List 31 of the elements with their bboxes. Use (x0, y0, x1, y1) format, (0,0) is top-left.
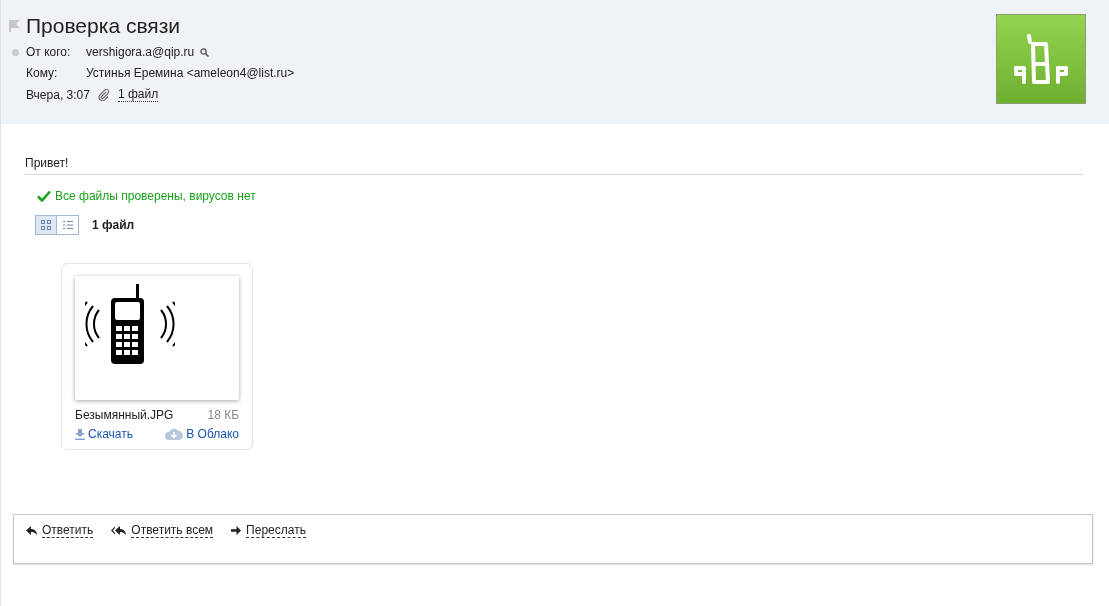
file-name: Безымянный.JPG (75, 408, 174, 422)
scan-status: Все файлы проверены, вирусов нет (55, 189, 256, 203)
download-link[interactable]: Скачать (75, 427, 133, 441)
image-thumbnail[interactable] (75, 276, 239, 400)
status-dot (12, 48, 19, 56)
reply-all-arrow-icon (111, 526, 127, 535)
save-to-cloud-link[interactable]: В Облако (165, 427, 239, 441)
attachments-link[interactable]: 1 файл (117, 87, 159, 102)
message-subject: Проверка связи (26, 14, 181, 38)
reply-arrow-icon (26, 526, 37, 535)
paperclip-icon (97, 88, 110, 101)
grid-icon (41, 220, 51, 230)
list-view-button[interactable] (57, 215, 79, 235)
grid-view-button[interactable] (35, 215, 57, 235)
check-icon (37, 190, 51, 202)
list-icon (62, 220, 73, 230)
file-size: 18 КБ (207, 408, 239, 422)
forward-link[interactable]: Переслать (231, 523, 306, 538)
forward-arrow-icon (231, 526, 242, 535)
attachment-count: 1 файл (92, 218, 135, 232)
reply-link[interactable]: Ответить (26, 523, 94, 538)
download-icon (75, 428, 85, 440)
message-date: Вчера, 3:07 (26, 87, 90, 102)
sender-address[interactable]: vershigora.a@qip.ru (86, 45, 195, 59)
recipient-address: Устинья Еремина <ameleon4@list.ru> (86, 66, 295, 80)
to-label: Кому: (26, 66, 59, 80)
cloud-icon (165, 428, 184, 440)
from-label: От кого: (26, 45, 72, 59)
search-icon[interactable] (200, 47, 210, 57)
reply-all-link[interactable]: Ответить всем (111, 523, 214, 538)
message-text: Привет! (25, 156, 1083, 175)
